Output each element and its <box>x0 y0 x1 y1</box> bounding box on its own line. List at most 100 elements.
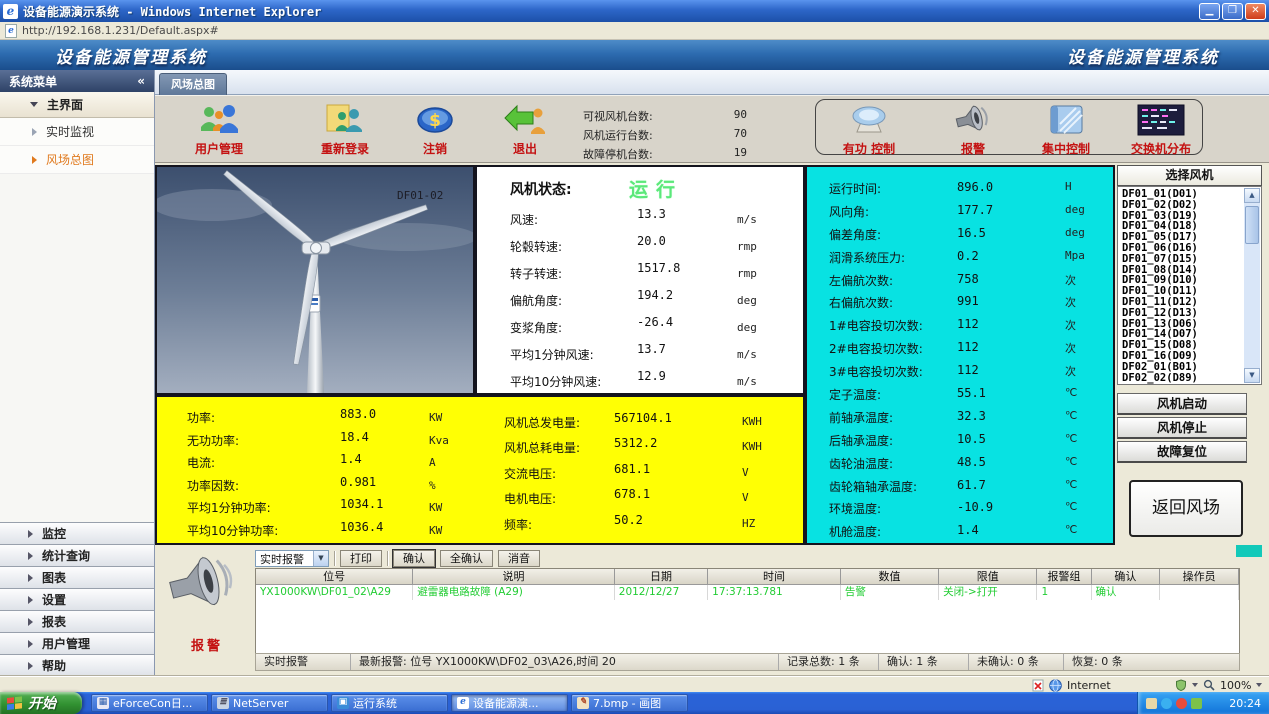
security-zone: Internet <box>1032 678 1111 692</box>
logout-button[interactable]: $ 注销 <box>387 102 483 157</box>
row-value: 12.9 <box>637 369 666 383</box>
alarm-control-button[interactable]: 报警 <box>933 102 1013 157</box>
task-runtime-system[interactable]: ▣ 运行系统 <box>331 694 448 712</box>
data-row: 前轴承温度: 32.3 ℃ <box>807 405 1113 428</box>
central-control-button[interactable]: 集中控制 <box>1021 102 1111 157</box>
minimize-button[interactable]: ▁ <box>1199 3 1220 20</box>
column-header[interactable]: 位号 <box>256 569 413 585</box>
sidebar-accordion-item[interactable]: 用户管理 <box>0 632 154 654</box>
task-eforcecon[interactable]: ▦ eForceCon日... <box>91 694 208 712</box>
alarm-cell: 关闭->打开 <box>939 585 1037 600</box>
sidebar-item-windfarm-overview[interactable]: 风场总图 <box>0 146 154 174</box>
row-label: 交流电压: <box>504 465 556 482</box>
confirm-button[interactable]: 确认 <box>393 550 435 567</box>
collapse-icon[interactable]: « <box>137 74 145 88</box>
listbox-scrollbar[interactable]: ▲ ▼ <box>1244 188 1260 383</box>
tab-windfarm-overview[interactable]: 风场总图 <box>159 73 227 95</box>
tray-update-icon[interactable] <box>1191 698 1202 709</box>
row-label: 2#电容投切次数: <box>829 340 923 357</box>
column-header[interactable]: 时间 <box>708 569 841 585</box>
alarm-table-row[interactable]: YX1000KW\DF01_02\A29 避雷器电路故障 (A29) 2012/… <box>256 585 1239 600</box>
mute-button[interactable]: 消音 <box>498 550 540 567</box>
exit-button[interactable]: 退出 <box>477 102 573 157</box>
column-header[interactable]: 操作员 <box>1160 569 1239 585</box>
sidebar-accordion-item[interactable]: 图表 <box>0 566 154 588</box>
column-header[interactable]: 日期 <box>615 569 708 585</box>
scroll-down-icon[interactable]: ▼ <box>1244 368 1260 383</box>
scroll-thumb[interactable] <box>1245 206 1259 244</box>
sidebar-accordion-label: 统计查询 <box>42 547 90 564</box>
sidebar-accordion-item[interactable]: 报表 <box>0 610 154 632</box>
chevron-down-icon[interactable] <box>1192 683 1198 687</box>
relogin-button[interactable]: 重新登录 <box>297 102 393 157</box>
turbine-option[interactable]: DF01_07(D15) <box>1122 254 1243 265</box>
sidebar-accordion-item[interactable]: 帮助 <box>0 654 154 676</box>
shield-icon <box>1175 679 1187 691</box>
switch-distribution-button[interactable]: 交换机分布 <box>1113 102 1209 157</box>
turbine-control-button[interactable]: 风机停止 <box>1117 417 1247 439</box>
alarm-filter-select[interactable]: 实时报警 ▼ <box>255 550 329 567</box>
select-turbine-header[interactable]: 选择风机 <box>1117 165 1262 186</box>
clock[interactable]: 20:24 <box>1229 697 1261 710</box>
turbine-detail-panel: 运行时间: 896.0 H 风向角: 177.7 deg 偏差角度: 16.5 … <box>805 165 1115 545</box>
turbine-option[interactable]: DF02_01(B01) <box>1122 362 1243 373</box>
turbine-control-button[interactable]: 风机启动 <box>1117 393 1247 415</box>
row-value: 1034.1 <box>340 497 383 511</box>
row-unit: % <box>429 479 436 492</box>
sidebar-item-realtime[interactable]: 实时监视 <box>0 118 154 146</box>
row-unit: KW <box>429 524 442 537</box>
row-unit: rmp <box>737 267 757 280</box>
tray-keyboard-icon[interactable] <box>1146 698 1157 709</box>
task-paint[interactable]: ✎ 7.bmp - 画图 <box>571 694 688 712</box>
column-header[interactable]: 说明 <box>413 569 615 585</box>
column-header[interactable]: 确认 <box>1092 569 1161 585</box>
row-unit: m/s <box>737 375 757 388</box>
task-netserver[interactable]: ≣ NetServer <box>211 694 328 712</box>
turbine-option[interactable]: DF02_02(D89) <box>1122 373 1243 384</box>
ie-status-bar: Internet 100% <box>0 676 1269 692</box>
turbine-option[interactable]: DF01_02(D02) <box>1122 200 1243 211</box>
zoom-level[interactable]: 100% <box>1220 679 1251 692</box>
row-unit: A <box>429 456 436 469</box>
alarm-table-empty-area <box>256 600 1239 654</box>
column-header[interactable]: 数值 <box>841 569 939 585</box>
turbine-listbox[interactable]: DF01_01(D01) DF01_02(D02) DF01_03(D19) D… <box>1117 186 1262 385</box>
alarm-speaker-icon <box>165 551 237 621</box>
scroll-up-icon[interactable]: ▲ <box>1244 188 1260 203</box>
row-unit: rmp <box>737 240 757 253</box>
row-label: 前轴承温度: <box>829 409 893 426</box>
tray-network-icon[interactable] <box>1161 698 1172 709</box>
sidebar-item-label: 实时监视 <box>46 123 94 140</box>
user-management-button[interactable]: 用户管理 <box>171 102 267 157</box>
sidebar-group-main[interactable]: 主界面 <box>0 92 154 118</box>
active-power-control-button[interactable]: 有功 控制 <box>823 102 915 157</box>
turbine-option[interactable]: DF01_12(D13) <box>1122 308 1243 319</box>
tray-alert-icon[interactable] <box>1176 698 1187 709</box>
turbine-control-button[interactable]: 故障复位 <box>1117 441 1247 463</box>
zoom-control[interactable]: 100% <box>1175 678 1262 692</box>
sidebar-accordion-item[interactable]: 统计查询 <box>0 544 154 566</box>
sidebar-accordion-item[interactable]: 设置 <box>0 588 154 610</box>
column-header[interactable]: 限值 <box>939 569 1037 585</box>
print-button[interactable]: 打印 <box>340 550 382 567</box>
task-energy-system-active[interactable]: e 设备能源演... <box>451 694 568 712</box>
return-windfarm-button[interactable]: 返回风场 <box>1129 480 1243 537</box>
svg-text:$: $ <box>429 111 441 131</box>
column-header[interactable]: 报警组 <box>1037 569 1091 585</box>
row-value: 758 <box>957 272 979 286</box>
row-unit: HZ <box>742 517 755 530</box>
data-row: 左偏航次数: 758 次 <box>807 268 1113 291</box>
app-window-icon: ▦ <box>97 697 109 709</box>
chevron-down-icon[interactable]: ▼ <box>313 551 328 566</box>
restore-button[interactable]: ❐ <box>1222 3 1243 20</box>
sidebar-accordion-item[interactable]: 监控 <box>0 522 154 544</box>
confirm-all-button[interactable]: 全确认 <box>440 550 493 567</box>
windows-flag-icon <box>7 696 23 710</box>
row-label: 左偏航次数: <box>829 272 893 289</box>
close-button[interactable]: ✕ <box>1245 3 1266 20</box>
url-text[interactable]: http://192.168.1.231/Default.aspx# <box>22 24 219 37</box>
turbine-control-buttons: 风机启动 风机停止 故障复位 <box>1117 393 1247 465</box>
stat-label: 风机运行台数: <box>583 127 653 143</box>
chevron-down-icon[interactable] <box>1256 683 1262 687</box>
start-button[interactable]: 开始 <box>0 692 82 714</box>
